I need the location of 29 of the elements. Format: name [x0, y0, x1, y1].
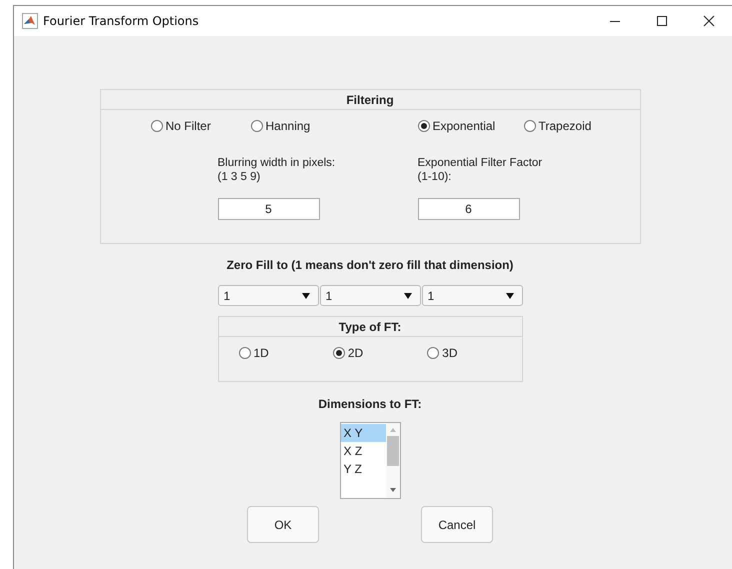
- scrollbar[interactable]: [386, 423, 400, 498]
- dialog-button[interactable]: Cancel: [421, 506, 493, 543]
- dialog-button[interactable]: OK: [247, 506, 319, 543]
- dimensions-listbox[interactable]: X Y X Z Y Z: [340, 422, 400, 499]
- panel-title: Filtering: [346, 92, 394, 106]
- filter-radio[interactable]: Exponential: [418, 119, 496, 133]
- app-logo-icon: [22, 13, 38, 29]
- dropdown[interactable]: 1: [320, 285, 420, 306]
- input-field[interactable]: 5: [218, 198, 320, 220]
- maximize-icon[interactable]: [656, 15, 668, 27]
- list-item[interactable]: Y Z: [340, 460, 386, 478]
- filter-radio[interactable]: No Filter: [150, 119, 211, 133]
- list-item[interactable]: X Z: [340, 442, 386, 460]
- input-field[interactable]: 6: [418, 198, 520, 220]
- field-label: Exponential Filter Factor (1-10):: [418, 156, 542, 184]
- dropdown[interactable]: 1: [422, 285, 522, 306]
- ft-type-radio[interactable]: 2D: [332, 346, 428, 360]
- ft-type-radio[interactable]: 1D: [238, 346, 333, 360]
- filter-radio[interactable]: Trapezoid: [524, 119, 592, 133]
- filter-radio[interactable]: Hanning: [250, 119, 310, 133]
- dropdown[interactable]: 1: [218, 285, 318, 306]
- dimensions-label: Dimensions to FT:: [318, 397, 422, 411]
- field-label: Blurring width in pixels: (1 3 5 9): [218, 156, 336, 184]
- zero-fill-label: Zero Fill to (1 means don't zero fill that dimension): [226, 258, 514, 272]
- close-icon[interactable]: [703, 15, 715, 27]
- list-item[interactable]: X Y: [340, 424, 386, 442]
- ft-type-radio[interactable]: 3D: [427, 346, 522, 360]
- panel-title: Type of FT:: [338, 320, 402, 334]
- window-title: Fourier Transform Options: [43, 14, 199, 28]
